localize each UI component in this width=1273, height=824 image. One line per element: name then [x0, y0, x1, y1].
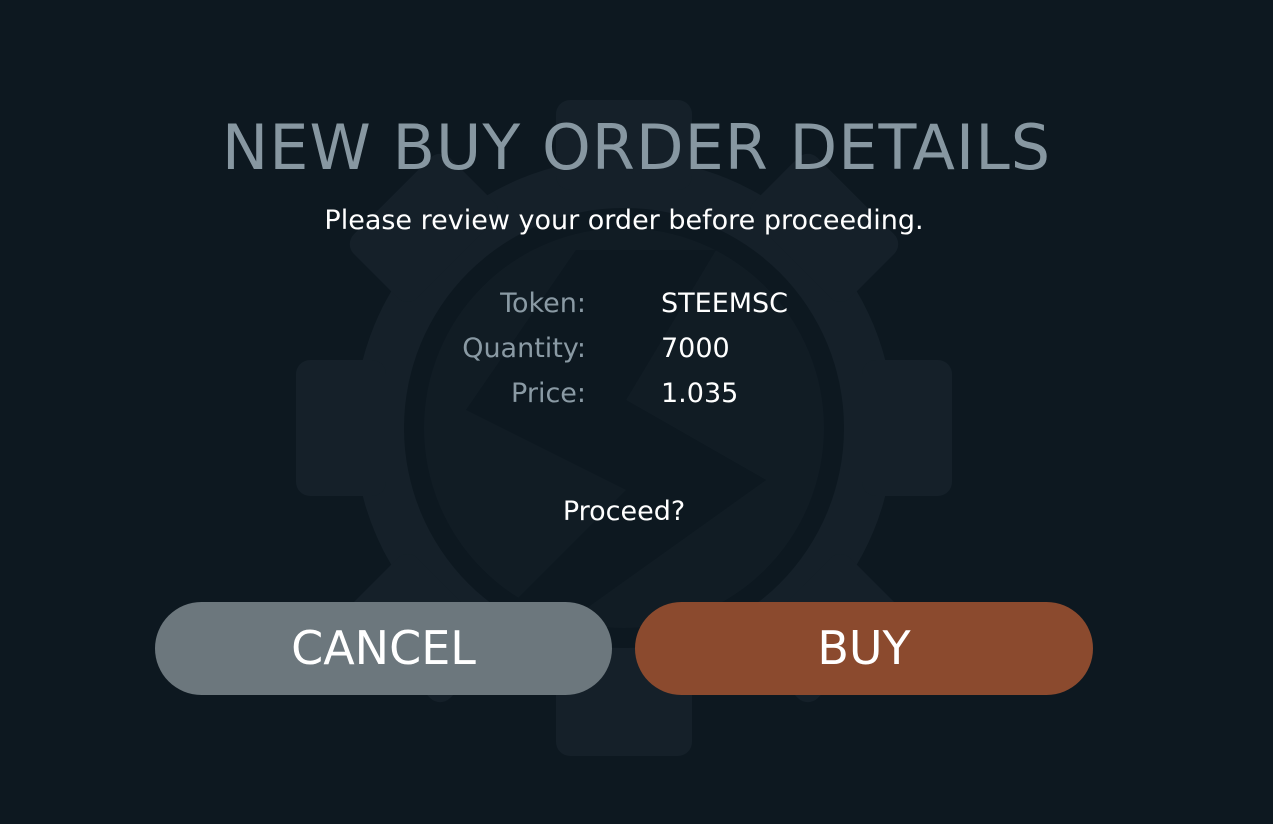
token-label: Token: — [500, 288, 586, 319]
price-value: 1.035 — [661, 378, 739, 409]
detail-row-quantity: Quantity: 7000 — [380, 331, 980, 376]
dialog-subtitle: Please review your order before proceedi… — [324, 205, 924, 236]
quantity-label: Quantity: — [462, 333, 586, 364]
order-details: Token: STEEMSC Quantity: 7000 Price: 1.0… — [380, 286, 980, 421]
dialog-title: NEW BUY ORDER DETAILS — [221, 111, 1052, 184]
order-confirmation-screen: NEW BUY ORDER DETAILS Please review your… — [0, 0, 1273, 824]
cancel-button[interactable]: CANCEL — [155, 602, 612, 695]
detail-row-token: Token: STEEMSC — [380, 286, 980, 331]
price-label: Price: — [511, 378, 586, 409]
quantity-value: 7000 — [661, 333, 730, 364]
token-value: STEEMSC — [661, 288, 789, 319]
buy-button[interactable]: BUY — [635, 602, 1093, 695]
proceed-prompt: Proceed? — [562, 496, 686, 527]
detail-row-price: Price: 1.035 — [380, 376, 980, 421]
